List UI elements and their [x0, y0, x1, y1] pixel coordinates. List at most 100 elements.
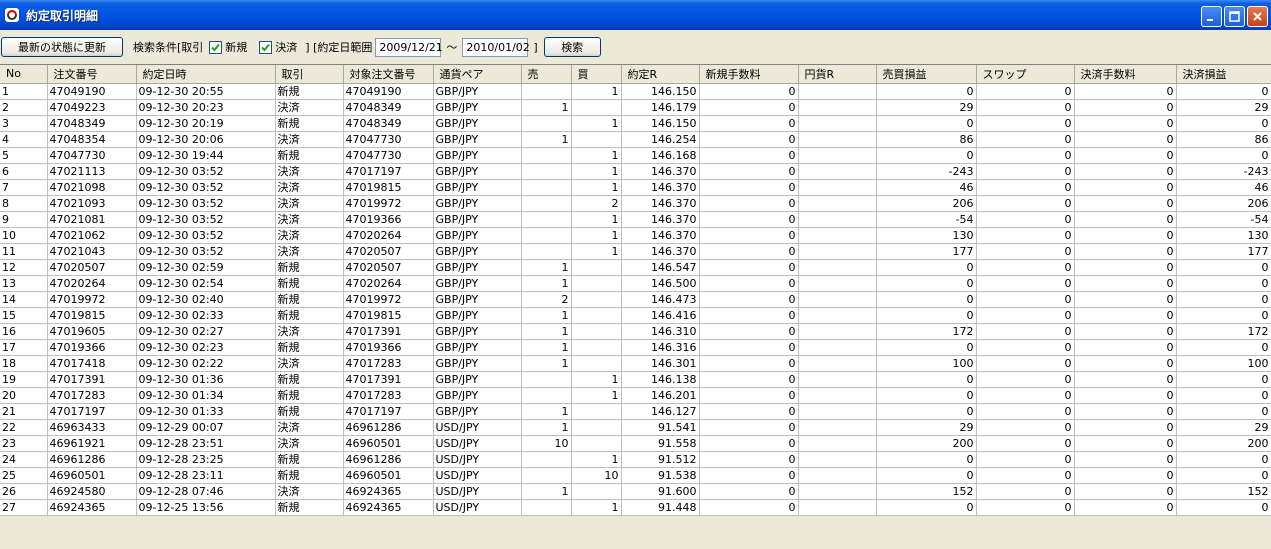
table-cell: 25 [0, 467, 48, 484]
table-cell: 0 [699, 227, 799, 244]
table-header-row: No 注文番号 約定日時 取引 対象注文番号 通貨ペア売買約定R 新規手数料 円貨R 売買損益ス… [0, 65, 1271, 84]
table-row[interactable]: 25 46960501 09-12-28 23:11 新規 46960501 USD/JP… [0, 467, 1271, 484]
settle-checkbox[interactable]: 決済 [259, 39, 297, 55]
date-to-field[interactable]: 2010/01/02 [462, 37, 530, 57]
column-header[interactable]: 新規手数料 [699, 65, 799, 84]
table-cell: 0 [699, 355, 799, 372]
table-row[interactable]: 6 47021113 09-12-30 03:52 決済 47017197 GBP/JPY… [0, 163, 1271, 180]
table-cell: USD/JPY [433, 467, 522, 484]
column-header[interactable]: 買 [571, 65, 622, 84]
checkmark-icon [211, 43, 221, 51]
table-cell: 1 [521, 275, 572, 292]
table-row[interactable]: 27 46924365 09-12-25 13:56 新規 46924365 USD/JP… [0, 499, 1271, 516]
table-cell: 47019815 [343, 179, 434, 196]
table-row[interactable]: 7 47021098 09-12-30 03:52 決済 47019815 GBP/JPY… [0, 179, 1271, 196]
table-cell [798, 259, 877, 276]
search-button[interactable]: 検索 [543, 37, 601, 57]
table-row[interactable]: 5 47047730 09-12-30 19:44 新規 47047730 GBP/JPY… [0, 147, 1271, 164]
table-cell: 11 [0, 243, 48, 260]
column-header[interactable]: 売買損益 [876, 65, 977, 84]
column-header[interactable]: スワップ [976, 65, 1075, 84]
column-header[interactable]: 約定R [621, 65, 700, 84]
table-row[interactable]: 26 46924580 09-12-28 07:46 決済 46924365 USD/JP… [0, 483, 1271, 500]
table-cell: 47019972 [343, 195, 434, 212]
table-cell: 47049223 [47, 99, 137, 116]
table-row[interactable]: 12 47020507 09-12-30 02:59 新規 47020507 GBP/JP… [0, 259, 1271, 276]
table-row[interactable]: 1 47049190 09-12-30 20:55 新規 47049190 GBP/JPY… [0, 83, 1271, 100]
table-row[interactable]: 17 47019366 09-12-30 02:23 新規 47019366 GBP/JP… [0, 339, 1271, 356]
table-cell: 47017197 [47, 403, 137, 420]
table-cell: 0 [1176, 387, 1271, 404]
table-row[interactable]: 10 47021062 09-12-30 03:52 決済 47020264 GBP/JP… [0, 227, 1271, 244]
table-cell: 決済 [275, 483, 344, 500]
new-checkbox-box[interactable] [209, 40, 223, 54]
column-header[interactable]: 通貨ペア [433, 65, 522, 84]
column-header[interactable]: 取引 [275, 65, 344, 84]
table-row[interactable]: 4 47048354 09-12-30 20:06 決済 47047730 GBP/JPY… [0, 131, 1271, 148]
column-header[interactable]: No [0, 65, 48, 84]
close-bracket: ] [533, 40, 538, 54]
table-cell: 1 [521, 131, 572, 148]
column-header[interactable]: 決済手数料 [1074, 65, 1177, 84]
table-cell: 46961921 [47, 435, 137, 452]
table-row[interactable]: 23 46961921 09-12-28 23:51 決済 46960501 USD/JP… [0, 435, 1271, 452]
column-header[interactable]: 約定日時 [136, 65, 276, 84]
table-cell: 0 [699, 291, 799, 308]
table-cell: 146.254 [621, 131, 700, 148]
table-cell: 27 [0, 499, 48, 516]
close-button[interactable] [1247, 6, 1268, 27]
table-cell: 0 [976, 307, 1075, 324]
table-row[interactable]: 11 47021043 09-12-30 03:52 決済 47020507 GBP/JP… [0, 243, 1271, 260]
table-row[interactable]: 24 46961286 09-12-28 23:25 新規 46961286 USD/JP… [0, 451, 1271, 468]
table-row[interactable]: 3 47048349 09-12-30 20:19 新規 47048349 GBP/JPY… [0, 115, 1271, 132]
column-header[interactable]: 注文番号 [47, 65, 137, 84]
table-cell: 0 [876, 451, 977, 468]
table-row[interactable]: 16 47019605 09-12-30 02:27 決済 47017391 GBP/JP… [0, 323, 1271, 340]
table-cell: 09-12-30 19:44 [136, 147, 276, 164]
table-cell: 200 [1176, 435, 1271, 452]
minimize-button[interactable] [1201, 6, 1222, 27]
table-row[interactable]: 14 47019972 09-12-30 02:40 新規 47019972 GBP/JP… [0, 291, 1271, 308]
refresh-button[interactable]: 最新の状態に更新 [1, 37, 123, 57]
column-header[interactable]: 対象注文番号 [343, 65, 434, 84]
table-cell [571, 275, 622, 292]
table-cell: 0 [876, 291, 977, 308]
table-cell [571, 323, 622, 340]
table-row[interactable]: 19 47017391 09-12-30 01:36 新規 47017391 GBP/JP… [0, 371, 1271, 388]
table-cell: 09-12-30 20:19 [136, 115, 276, 132]
table-row[interactable]: 2 47049223 09-12-30 20:23 決済 47048349 GBP/JPY… [0, 99, 1271, 116]
table-row[interactable]: 18 47017418 09-12-30 02:22 決済 47017283 GBP/JP… [0, 355, 1271, 372]
maximize-button[interactable] [1224, 6, 1245, 27]
table-row[interactable]: 21 47017197 09-12-30 01:33 新規 47017197 GBP/JP… [0, 403, 1271, 420]
table-cell: 0 [1176, 259, 1271, 276]
table-cell: GBP/JPY [433, 307, 522, 324]
table-cell: GBP/JPY [433, 339, 522, 356]
table-cell: 決済 [275, 243, 344, 260]
table-row[interactable]: 13 47020264 09-12-30 02:54 新規 47020264 GBP/JP… [0, 275, 1271, 292]
table-cell: GBP/JPY [433, 227, 522, 244]
settle-checkbox-box[interactable] [259, 40, 273, 54]
table-cell [798, 435, 877, 452]
table-row[interactable]: 9 47021081 09-12-30 03:52 決済 47019366 GBP/JPY… [0, 211, 1271, 228]
column-header[interactable]: 決済損益 [1176, 65, 1271, 84]
table-cell [571, 307, 622, 324]
table-cell: 0 [699, 435, 799, 452]
table-cell: 46 [1176, 179, 1271, 196]
column-header[interactable]: 円貨R [798, 65, 877, 84]
table-cell: 0 [699, 467, 799, 484]
table-cell: 0 [876, 499, 977, 516]
new-checkbox[interactable]: 新規 [209, 39, 247, 55]
table-cell [798, 115, 877, 132]
table-cell: 0 [1074, 291, 1177, 308]
column-header[interactable]: 売 [521, 65, 572, 84]
date-from-field[interactable]: 2009/12/21 [375, 37, 443, 57]
table-row[interactable]: 20 47017283 09-12-30 01:34 新規 47017283 GBP/JP… [0, 387, 1271, 404]
table-cell: 18 [0, 355, 48, 372]
table-cell: 21 [0, 403, 48, 420]
table-cell [521, 83, 572, 100]
table-row[interactable]: 22 46963433 09-12-29 00:07 決済 46961286 USD/JP… [0, 419, 1271, 436]
table-cell [798, 131, 877, 148]
table-row[interactable]: 8 47021093 09-12-30 03:52 決済 47019972 GBP/JPY… [0, 195, 1271, 212]
table-row[interactable]: 15 47019815 09-12-30 02:33 新規 47019815 GBP/JP… [0, 307, 1271, 324]
table-cell: 146.301 [621, 355, 700, 372]
